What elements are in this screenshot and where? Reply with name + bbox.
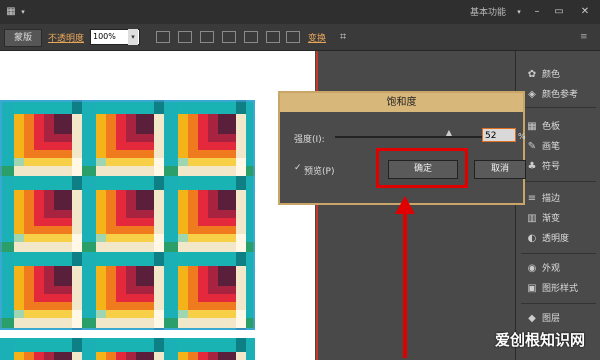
workspace-dropdown-icon[interactable]: ▾	[512, 6, 526, 18]
annotation-arrow	[395, 196, 415, 358]
brush-icon: ✎	[527, 140, 537, 152]
saturation-input[interactable]: 52	[482, 128, 516, 142]
restore-icon[interactable]: ▭	[552, 6, 566, 18]
divider	[521, 107, 596, 108]
color-guide-icon: ◈	[528, 88, 536, 100]
swatches-icon: ▦	[527, 120, 537, 132]
panel-swatches[interactable]: ▦ 色板	[526, 117, 600, 137]
panel-appearance[interactable]: ◉ 外观	[526, 259, 600, 279]
panel-transparency[interactable]: ◐ 透明度	[526, 229, 600, 249]
panel-symbols[interactable]: ♣ 符号	[526, 157, 600, 177]
pattern-artwork[interactable]	[0, 100, 255, 330]
divider	[521, 181, 596, 182]
saturation-label: 强度(I):	[294, 135, 325, 145]
panel-dock: ✿ 颜色 ◈ 颜色参考 ▦ 色板 ✎ 画笔 ♣ 符号 ≡ 描边 ▥ 渐变 ◐ 透明度 ◉ 外观 ▣…	[515, 51, 600, 360]
symbol-icon: ♣	[527, 160, 537, 172]
transparency-icon: ◐	[527, 232, 537, 244]
saturation-slider[interactable]	[335, 136, 485, 138]
transform-link[interactable]: 变换	[308, 31, 326, 44]
panel-color[interactable]: ✿ 颜色	[526, 65, 600, 85]
color-icon: ✿	[527, 68, 537, 80]
appearance-icon: ◉	[527, 262, 537, 274]
isolate-icon[interactable]: ⌗	[340, 31, 354, 43]
panel-graphic-styles[interactable]: ▣ 图形样式	[526, 279, 600, 299]
minimize-icon[interactable]: –	[530, 6, 544, 18]
dialog-title[interactable]: 饱和度	[280, 93, 523, 112]
gradient-icon: ▥	[527, 212, 537, 224]
ok-button[interactable]: 确定	[388, 160, 458, 179]
opacity-dropdown-icon[interactable]: ▾	[128, 29, 138, 45]
percent-label: %	[518, 132, 526, 141]
cancel-button[interactable]: 取消	[474, 160, 526, 179]
align-right-icon[interactable]	[222, 31, 236, 43]
slider-thumb[interactable]: ▲	[445, 128, 453, 137]
close-icon[interactable]: ✕	[578, 6, 592, 18]
align-grid-icon[interactable]	[156, 31, 170, 43]
align-center-icon[interactable]	[200, 31, 214, 43]
control-bar: 蒙版 不透明度 100% ▾ 变换 ⌗ ≡	[0, 24, 600, 51]
pattern-artwork-lower[interactable]	[0, 338, 255, 360]
align-left-icon[interactable]	[178, 31, 192, 43]
preview-label: 预览(P)	[304, 167, 335, 177]
align-top-icon[interactable]	[244, 31, 258, 43]
panel-layers[interactable]: ◆ 图层	[526, 309, 600, 329]
align-middle-icon[interactable]	[266, 31, 280, 43]
panel-color-guide[interactable]: ◈ 颜色参考	[526, 85, 600, 105]
watermark: 爱创根知识网	[495, 331, 586, 349]
align-bottom-icon[interactable]	[286, 31, 300, 43]
preview-checkbox[interactable]: ✓	[294, 163, 302, 173]
chevron-down-icon[interactable]: ▾	[16, 6, 30, 18]
panel-menu-icon[interactable]: ≡	[580, 31, 594, 43]
panel-stroke[interactable]: ≡ 描边	[526, 189, 600, 209]
mask-button[interactable]: 蒙版	[4, 29, 42, 47]
opacity-link[interactable]: 不透明度	[48, 31, 84, 44]
graphic-styles-icon: ▣	[527, 282, 537, 294]
title-bar: ▦ ▾ 基本功能 ▾ – ▭ ✕	[0, 0, 600, 25]
divider	[521, 253, 596, 254]
panel-brushes[interactable]: ✎ 画笔	[526, 137, 600, 157]
panel-gradient[interactable]: ▥ 渐变	[526, 209, 600, 229]
divider	[521, 303, 596, 304]
workspace-switcher[interactable]: 基本功能	[470, 5, 506, 18]
stroke-icon: ≡	[527, 192, 537, 204]
layers-icon: ◆	[528, 312, 536, 324]
saturation-dialog: 饱和度 强度(I): ▲ 52 % ✓ 预览(P) 确定 取消	[278, 91, 526, 205]
